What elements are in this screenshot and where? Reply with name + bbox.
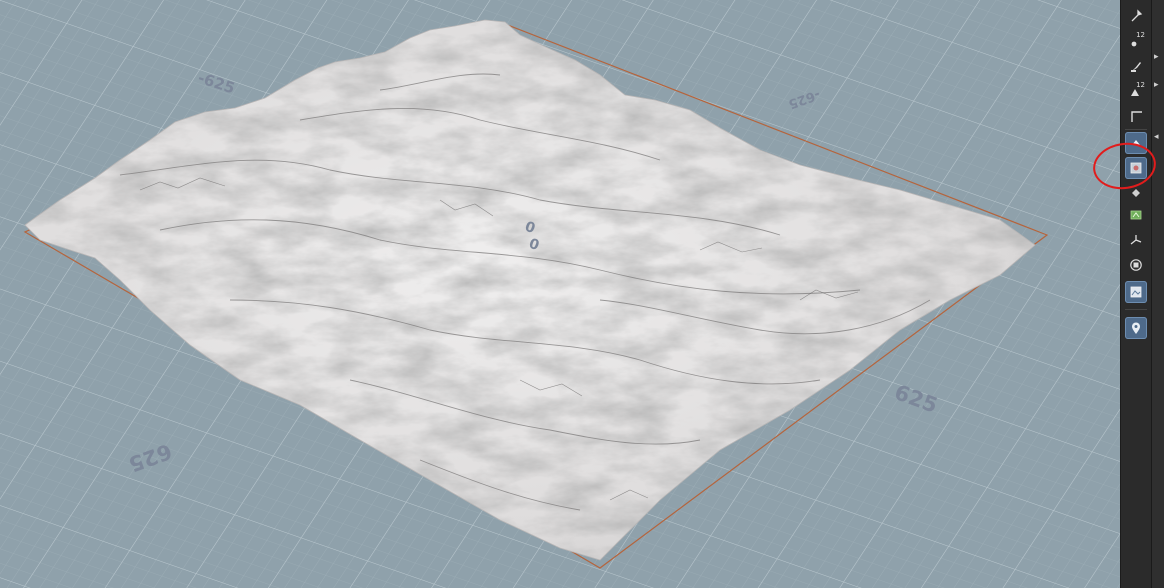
axis-icon[interactable]	[1125, 229, 1147, 251]
location-pin-icon[interactable]	[1125, 317, 1147, 339]
primitives-icon[interactable]: 12	[1125, 80, 1147, 102]
pin-icon[interactable]	[1125, 5, 1147, 27]
brush-icon[interactable]	[1125, 55, 1147, 77]
side-panel-edge[interactable]: ▸ ▸ ◂	[1151, 0, 1164, 588]
3d-viewport[interactable]: -625 -625 0 0 625 625	[0, 0, 1120, 588]
points-icon[interactable]: 12	[1125, 30, 1147, 52]
toolbar-separator	[1125, 309, 1147, 310]
expand-arrow-icon[interactable]: ◂	[1154, 132, 1159, 142]
expand-arrow-icon[interactable]: ▸	[1154, 80, 1159, 90]
viewport-canvas[interactable]: -625 -625 0 0 625 625	[0, 0, 1120, 588]
geometry-icon[interactable]	[1125, 204, 1147, 226]
corner-icon[interactable]	[1125, 105, 1147, 127]
viewport-display-toolbar: 12 12	[1120, 0, 1151, 588]
expand-arrow-icon[interactable]: ▸	[1154, 52, 1159, 62]
toolbar-separator	[1125, 129, 1147, 130]
square-icon[interactable]	[1125, 254, 1147, 276]
background-image-icon[interactable]	[1125, 281, 1147, 303]
